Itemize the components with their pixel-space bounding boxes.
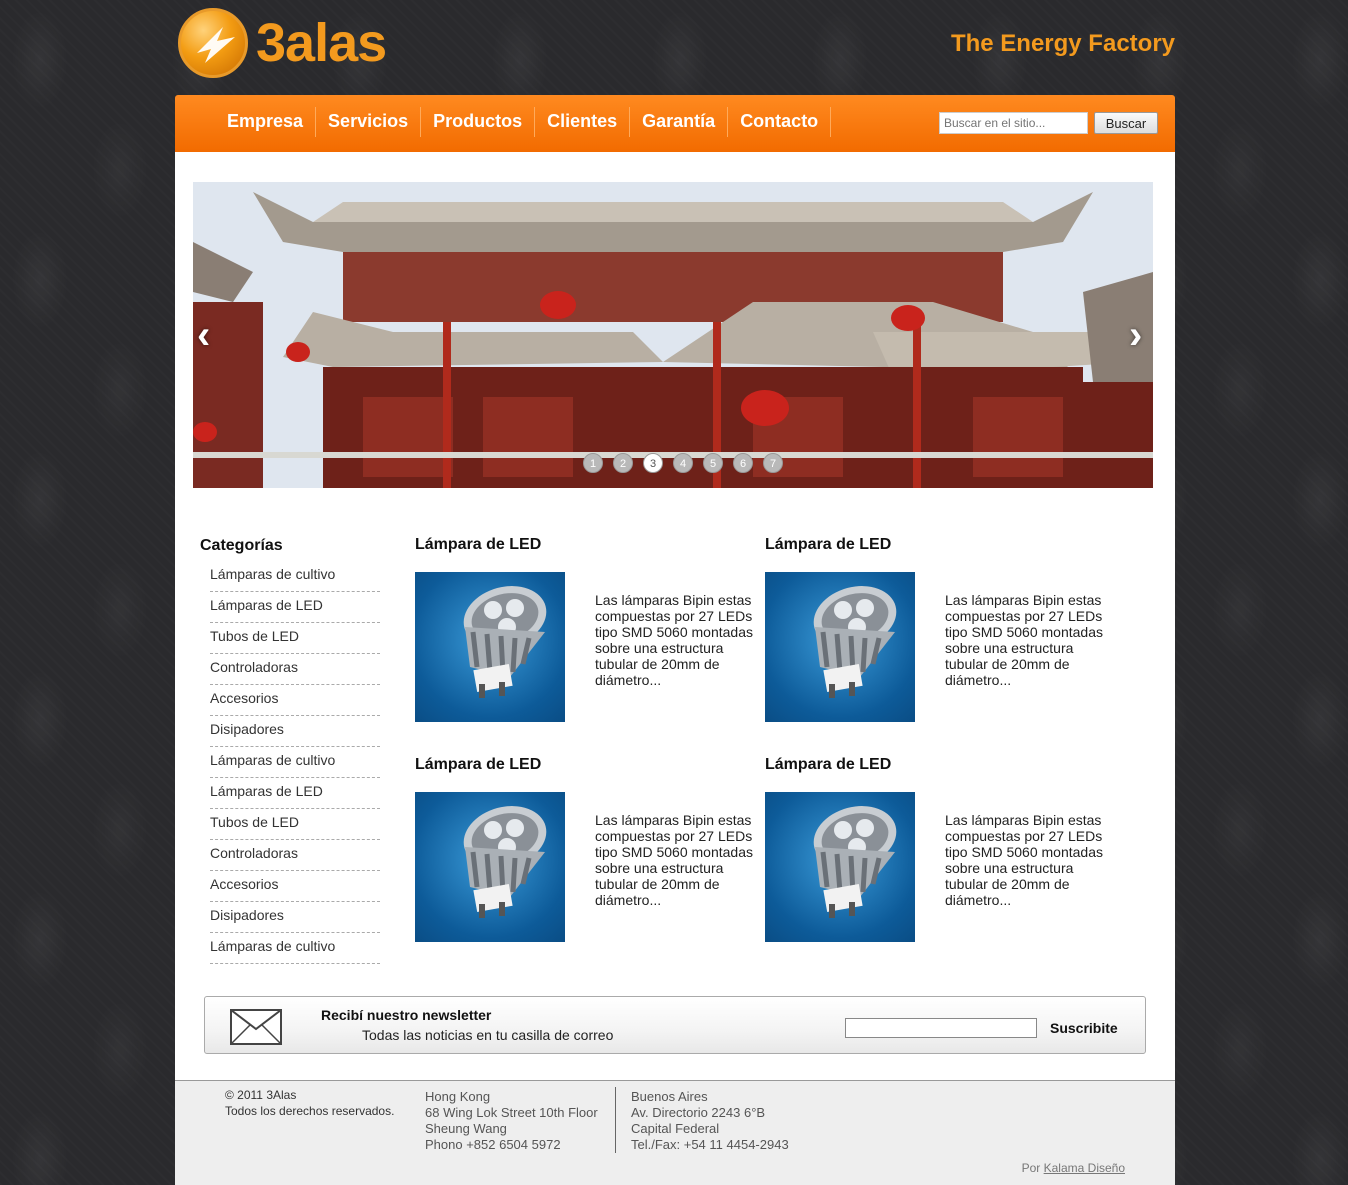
main-navbar: Empresa Servicios Productos Clientes Gar…	[175, 95, 1175, 152]
search-button[interactable]: Buscar	[1094, 112, 1158, 134]
image-slider: ‹ › 1 2 3 4 5 6 7	[193, 182, 1153, 488]
subscribe-button[interactable]: Suscribite	[1050, 1020, 1118, 1036]
category-item[interactable]: Lámparas de LED	[210, 592, 380, 623]
product-card: Lámpara de LED Las lámparas Bipin estas …	[765, 756, 1105, 956]
category-item[interactable]: Controladoras	[210, 654, 380, 685]
category-item[interactable]: Disipadores	[210, 716, 380, 747]
category-item[interactable]: Accesorios	[210, 685, 380, 716]
slider-dot-active[interactable]: 3	[643, 453, 663, 473]
sidebar-title: Categorías	[200, 537, 283, 554]
credit-link[interactable]: Kalama Diseño	[1044, 1161, 1125, 1175]
address-line: Capital Federal	[631, 1121, 720, 1136]
product-title[interactable]: Lámpara de LED	[765, 756, 1105, 786]
nav-item-productos[interactable]: Productos	[421, 107, 536, 137]
page: 3alas The Energy Factory Empresa Servici…	[175, 0, 1175, 1185]
category-item[interactable]: Lámparas de cultivo	[210, 561, 380, 592]
site-logo[interactable]: 3alas	[178, 7, 418, 79]
credit-prefix: Por	[1021, 1161, 1041, 1175]
site-search: Buscar	[939, 112, 1158, 134]
product-description: Las lámparas Bipin estas compuestas por …	[945, 592, 1103, 688]
category-item[interactable]: Tubos de LED	[210, 623, 380, 654]
address-line: Sheung Wang	[425, 1121, 507, 1136]
led-lamp-image[interactable]	[415, 792, 565, 942]
newsletter-title: Recibí nuestro newsletter	[321, 1007, 492, 1023]
led-lamp-image[interactable]	[765, 572, 915, 722]
product-title[interactable]: Lámpara de LED	[415, 756, 755, 786]
category-item[interactable]: Tubos de LED	[210, 809, 380, 840]
nav-item-garantia[interactable]: Garantía	[630, 107, 729, 137]
slider-dot[interactable]: 1	[583, 453, 603, 473]
category-item[interactable]: Lámparas de cultivo	[210, 747, 380, 778]
designer-credit: Por Kalama Diseño	[1022, 1161, 1125, 1175]
product-card: Lámpara de LED Las lámparas Bipin estas …	[765, 536, 1105, 736]
slider-next-arrow-icon[interactable]: ›	[1129, 315, 1149, 355]
search-input[interactable]	[939, 112, 1088, 134]
slider-dot[interactable]: 4	[673, 453, 693, 473]
slider-dot[interactable]: 7	[763, 453, 783, 473]
address-line: Av. Directorio 2243 6°B	[631, 1105, 766, 1120]
category-item[interactable]: Controladoras	[210, 840, 380, 871]
newsletter-email-field[interactable]	[845, 1018, 1037, 1038]
logo-text: 3alas	[256, 13, 387, 73]
product-description: Las lámparas Bipin estas compuestas por …	[945, 812, 1103, 908]
address-line: Phono +852 6504 5972	[425, 1137, 561, 1152]
product-description: Las lámparas Bipin estas compuestas por …	[595, 592, 753, 688]
footer-address-hong-kong: Hong Kong 68 Wing Lok Street 10th Floor …	[425, 1089, 598, 1153]
tagline: The Energy Factory	[950, 30, 1175, 57]
temple-photo	[193, 182, 1153, 488]
footer-address-buenos-aires: Buenos Aires Av. Directorio 2243 6°B Cap…	[631, 1089, 789, 1153]
nav-item-contacto[interactable]: Contacto	[728, 107, 832, 137]
slider-prev-arrow-icon[interactable]: ‹	[197, 315, 217, 355]
footer-copyright: © 2011 3Alas Todos los derechos reservad…	[225, 1087, 394, 1119]
nav-item-clientes[interactable]: Clientes	[535, 107, 631, 137]
slider-dot[interactable]: 6	[733, 453, 753, 473]
category-item[interactable]: Lámparas de cultivo	[210, 933, 380, 964]
slider-dot[interactable]: 2	[613, 453, 633, 473]
slider-pagination: 1 2 3 4 5 6 7	[583, 453, 783, 473]
product-card: Lámpara de LED Las lámparas Bipin estas …	[415, 756, 755, 956]
address-line: 68 Wing Lok Street 10th Floor	[425, 1105, 598, 1120]
main-content: ‹ › 1 2 3 4 5 6 7 Categorías Lámparas de…	[175, 152, 1175, 1080]
address-line: Tel./Fax: +54 11 4454-2943	[631, 1137, 789, 1152]
product-title[interactable]: Lámpara de LED	[765, 536, 1105, 566]
slider-dot[interactable]: 5	[703, 453, 723, 473]
nav-item-servicios[interactable]: Servicios	[316, 107, 422, 137]
category-item[interactable]: Lámparas de LED	[210, 778, 380, 809]
newsletter-subtitle: Todas las noticias en tu casilla de corr…	[362, 1027, 614, 1043]
product-title[interactable]: Lámpara de LED	[415, 536, 755, 566]
site-footer: © 2011 3Alas Todos los derechos reservad…	[175, 1080, 1175, 1185]
category-item[interactable]: Disipadores	[210, 902, 380, 933]
copyright-line: Todos los derechos reservados.	[225, 1104, 395, 1118]
main-nav: Empresa Servicios Productos Clientes Gar…	[215, 107, 832, 137]
category-item[interactable]: Accesorios	[210, 871, 380, 902]
address-line: Buenos Aires	[631, 1089, 708, 1104]
footer-divider	[615, 1087, 616, 1153]
envelope-icon	[230, 1009, 282, 1050]
led-lamp-image[interactable]	[415, 572, 565, 722]
categories-list: Lámparas de cultivo Lámparas de LED Tubo…	[210, 561, 380, 964]
product-description: Las lámparas Bipin estas compuestas por …	[595, 812, 753, 908]
address-line: Hong Kong	[425, 1089, 491, 1104]
categories-sidebar: Categorías Lámparas de cultivo Lámparas …	[200, 537, 380, 964]
led-lamp-image[interactable]	[765, 792, 915, 942]
product-card: Lámpara de LED Las lámparas Bipin estas …	[415, 536, 755, 736]
logo-wing-icon	[178, 8, 248, 78]
newsletter-box: Recibí nuestro newsletter Todas las noti…	[204, 996, 1146, 1054]
nav-item-empresa[interactable]: Empresa	[215, 107, 317, 137]
copyright-line: © 2011 3Alas	[225, 1088, 297, 1102]
